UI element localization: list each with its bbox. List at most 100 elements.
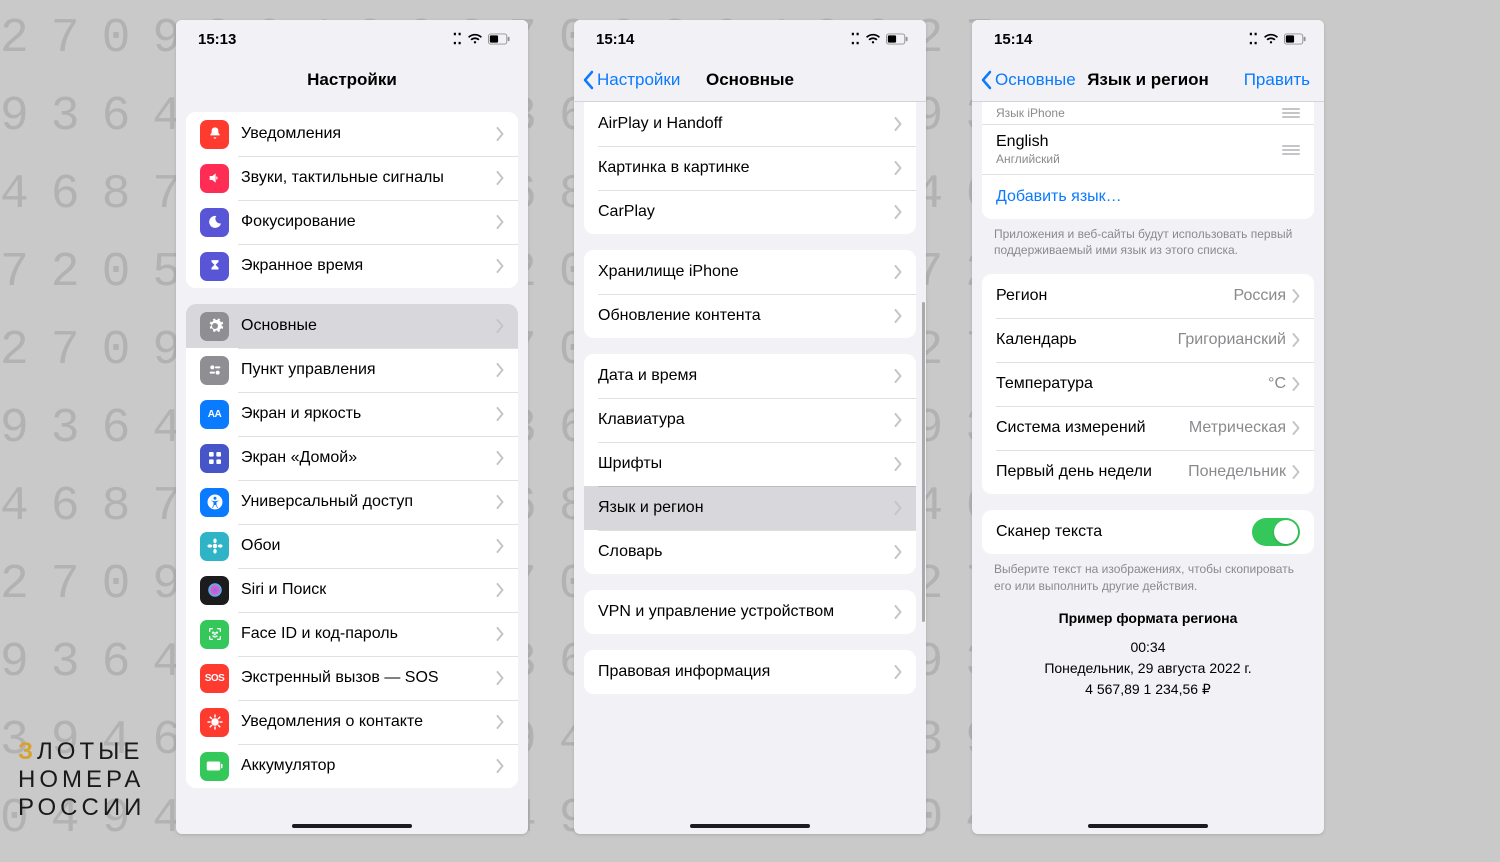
back-button[interactable]: Основные — [980, 58, 1076, 101]
home-indicator[interactable] — [1088, 824, 1208, 828]
dual-sim-icon: ⁚⁚ — [1248, 30, 1258, 48]
chevron-right-icon — [496, 259, 504, 273]
settings-row-label: Язык и регион — [598, 499, 894, 517]
chevron-right-icon — [894, 117, 902, 131]
chevron-right-icon — [496, 451, 504, 465]
dual-sim-icon: ⁚⁚ — [850, 30, 860, 48]
live-text-section: Сканер текста — [982, 510, 1314, 554]
settings-row[interactable]: Siri и Поиск — [186, 568, 518, 612]
back-button[interactable]: Настройки — [582, 58, 680, 101]
settings-row[interactable]: AirPlay и Handoff — [584, 102, 916, 146]
settings-row[interactable]: SOS Экстренный вызов — SOS — [186, 656, 518, 700]
settings-row[interactable]: Фокусирование — [186, 200, 518, 244]
settings-row[interactable]: Дата и время — [584, 354, 916, 398]
settings-row[interactable]: AA Экран и яркость — [186, 392, 518, 436]
settings-row[interactable]: VPN и управление устройством — [584, 590, 916, 634]
home-indicator[interactable] — [292, 824, 412, 828]
settings-row[interactable]: Язык и регион — [584, 486, 916, 530]
hourglass-icon — [200, 252, 229, 281]
add-language-button[interactable]: Добавить язык… — [982, 175, 1314, 219]
settings-row[interactable]: CarPlay — [584, 190, 916, 234]
chevron-right-icon — [1292, 465, 1300, 479]
settings-row[interactable]: Face ID и код-пароль — [186, 612, 518, 656]
pref-row[interactable]: Система измерений Метрическая — [982, 406, 1314, 450]
settings-row[interactable]: Экранное время — [186, 244, 518, 288]
drag-handle-icon[interactable] — [1282, 145, 1300, 155]
settings-row-label: Аккумулятор — [241, 757, 496, 775]
iphone-language-caption: Язык iPhone — [996, 106, 1282, 120]
settings-row-label: Дата и время — [598, 367, 894, 385]
SOS: SOS — [200, 664, 229, 693]
drag-handle-icon[interactable] — [1282, 108, 1300, 118]
battery-icon — [1284, 33, 1306, 45]
settings-row-label: Правовая информация — [598, 663, 894, 681]
settings-group-notifications: Уведомления Звуки, тактильные сигналы Фо… — [186, 112, 518, 288]
settings-row[interactable]: Звуки, тактильные сигналы — [186, 156, 518, 200]
page-title: Настройки — [307, 70, 397, 90]
virus-icon — [200, 708, 229, 737]
settings-row[interactable]: Словарь — [584, 530, 916, 574]
settings-row[interactable]: Аккумулятор — [186, 744, 518, 788]
siri-icon — [200, 576, 229, 605]
live-text-toggle[interactable] — [1252, 518, 1300, 546]
chevron-right-icon — [894, 369, 902, 383]
settings-row-label: Экстренный вызов — SOS — [241, 669, 496, 687]
settings-row[interactable]: Обновление контента — [584, 294, 916, 338]
settings-row[interactable]: Экран «Домой» — [186, 436, 518, 480]
status-bar: 15:14 ⁚⁚ — [972, 20, 1324, 58]
accessibility-icon — [200, 488, 229, 517]
scroll-indicator[interactable] — [922, 302, 925, 622]
chevron-right-icon — [1292, 289, 1300, 303]
settings-row[interactable]: Обои — [186, 524, 518, 568]
nav-header: Настройки Основные — [574, 58, 926, 102]
chevron-right-icon — [496, 215, 504, 229]
chevron-right-icon — [894, 413, 902, 427]
chevron-right-icon — [496, 127, 504, 141]
general-group-legal: Правовая информация — [584, 650, 916, 694]
pref-value: °C — [1268, 375, 1286, 393]
phone-settings-root: 15:13 ⁚⁚ Настройки Уведомления Звуки, та… — [176, 20, 528, 834]
edit-button[interactable]: Править — [1244, 58, 1310, 101]
status-icons: ⁚⁚ — [452, 30, 510, 48]
settings-row[interactable]: Универсальный доступ — [186, 480, 518, 524]
nav-header: Основные Язык и регион Править — [972, 58, 1324, 102]
settings-row[interactable]: Пункт управления — [186, 348, 518, 392]
chevron-right-icon — [894, 265, 902, 279]
settings-row-label: Хранилище iPhone — [598, 263, 894, 281]
chevron-right-icon — [894, 161, 902, 175]
chevron-right-icon — [496, 671, 504, 685]
settings-row-label: CarPlay — [598, 203, 894, 221]
settings-row[interactable]: Шрифты — [584, 442, 916, 486]
chevron-right-icon — [1292, 377, 1300, 391]
pref-row[interactable]: Регион Россия — [982, 274, 1314, 318]
settings-row-label: Уведомления о контакте — [241, 713, 496, 731]
home-indicator[interactable] — [690, 824, 810, 828]
settings-row-label: Экран «Домой» — [241, 449, 496, 467]
language-row[interactable]: English Английский — [982, 125, 1314, 175]
settings-row[interactable]: Хранилище iPhone — [584, 250, 916, 294]
iphone-language-row[interactable]: Язык iPhone — [982, 102, 1314, 125]
status-icons: ⁚⁚ — [1248, 30, 1306, 48]
battery-icon — [488, 33, 510, 45]
pref-row[interactable]: Температура °C — [982, 362, 1314, 406]
settings-row[interactable]: Основные — [186, 304, 518, 348]
pref-row[interactable]: Календарь Григорианский — [982, 318, 1314, 362]
pref-label: Регион — [996, 287, 1234, 305]
pref-row[interactable]: Первый день недели Понедельник — [982, 450, 1314, 494]
settings-row[interactable]: Картинка в картинке — [584, 146, 916, 190]
settings-row[interactable]: Правовая информация — [584, 650, 916, 694]
wifi-icon — [467, 33, 483, 45]
faceid-icon — [200, 620, 229, 649]
pref-label: Система измерений — [996, 419, 1189, 437]
chevron-right-icon — [496, 715, 504, 729]
settings-row[interactable]: Уведомления о контакте — [186, 700, 518, 744]
live-text-row[interactable]: Сканер текста — [982, 510, 1314, 554]
chevron-right-icon — [496, 495, 504, 509]
gear-icon — [200, 312, 229, 341]
settings-row[interactable]: Клавиатура — [584, 398, 916, 442]
battery-icon — [200, 752, 229, 781]
wifi-icon — [865, 33, 881, 45]
settings-row[interactable]: Уведомления — [186, 112, 518, 156]
speaker-icon — [200, 164, 229, 193]
chevron-left-icon — [582, 70, 594, 90]
